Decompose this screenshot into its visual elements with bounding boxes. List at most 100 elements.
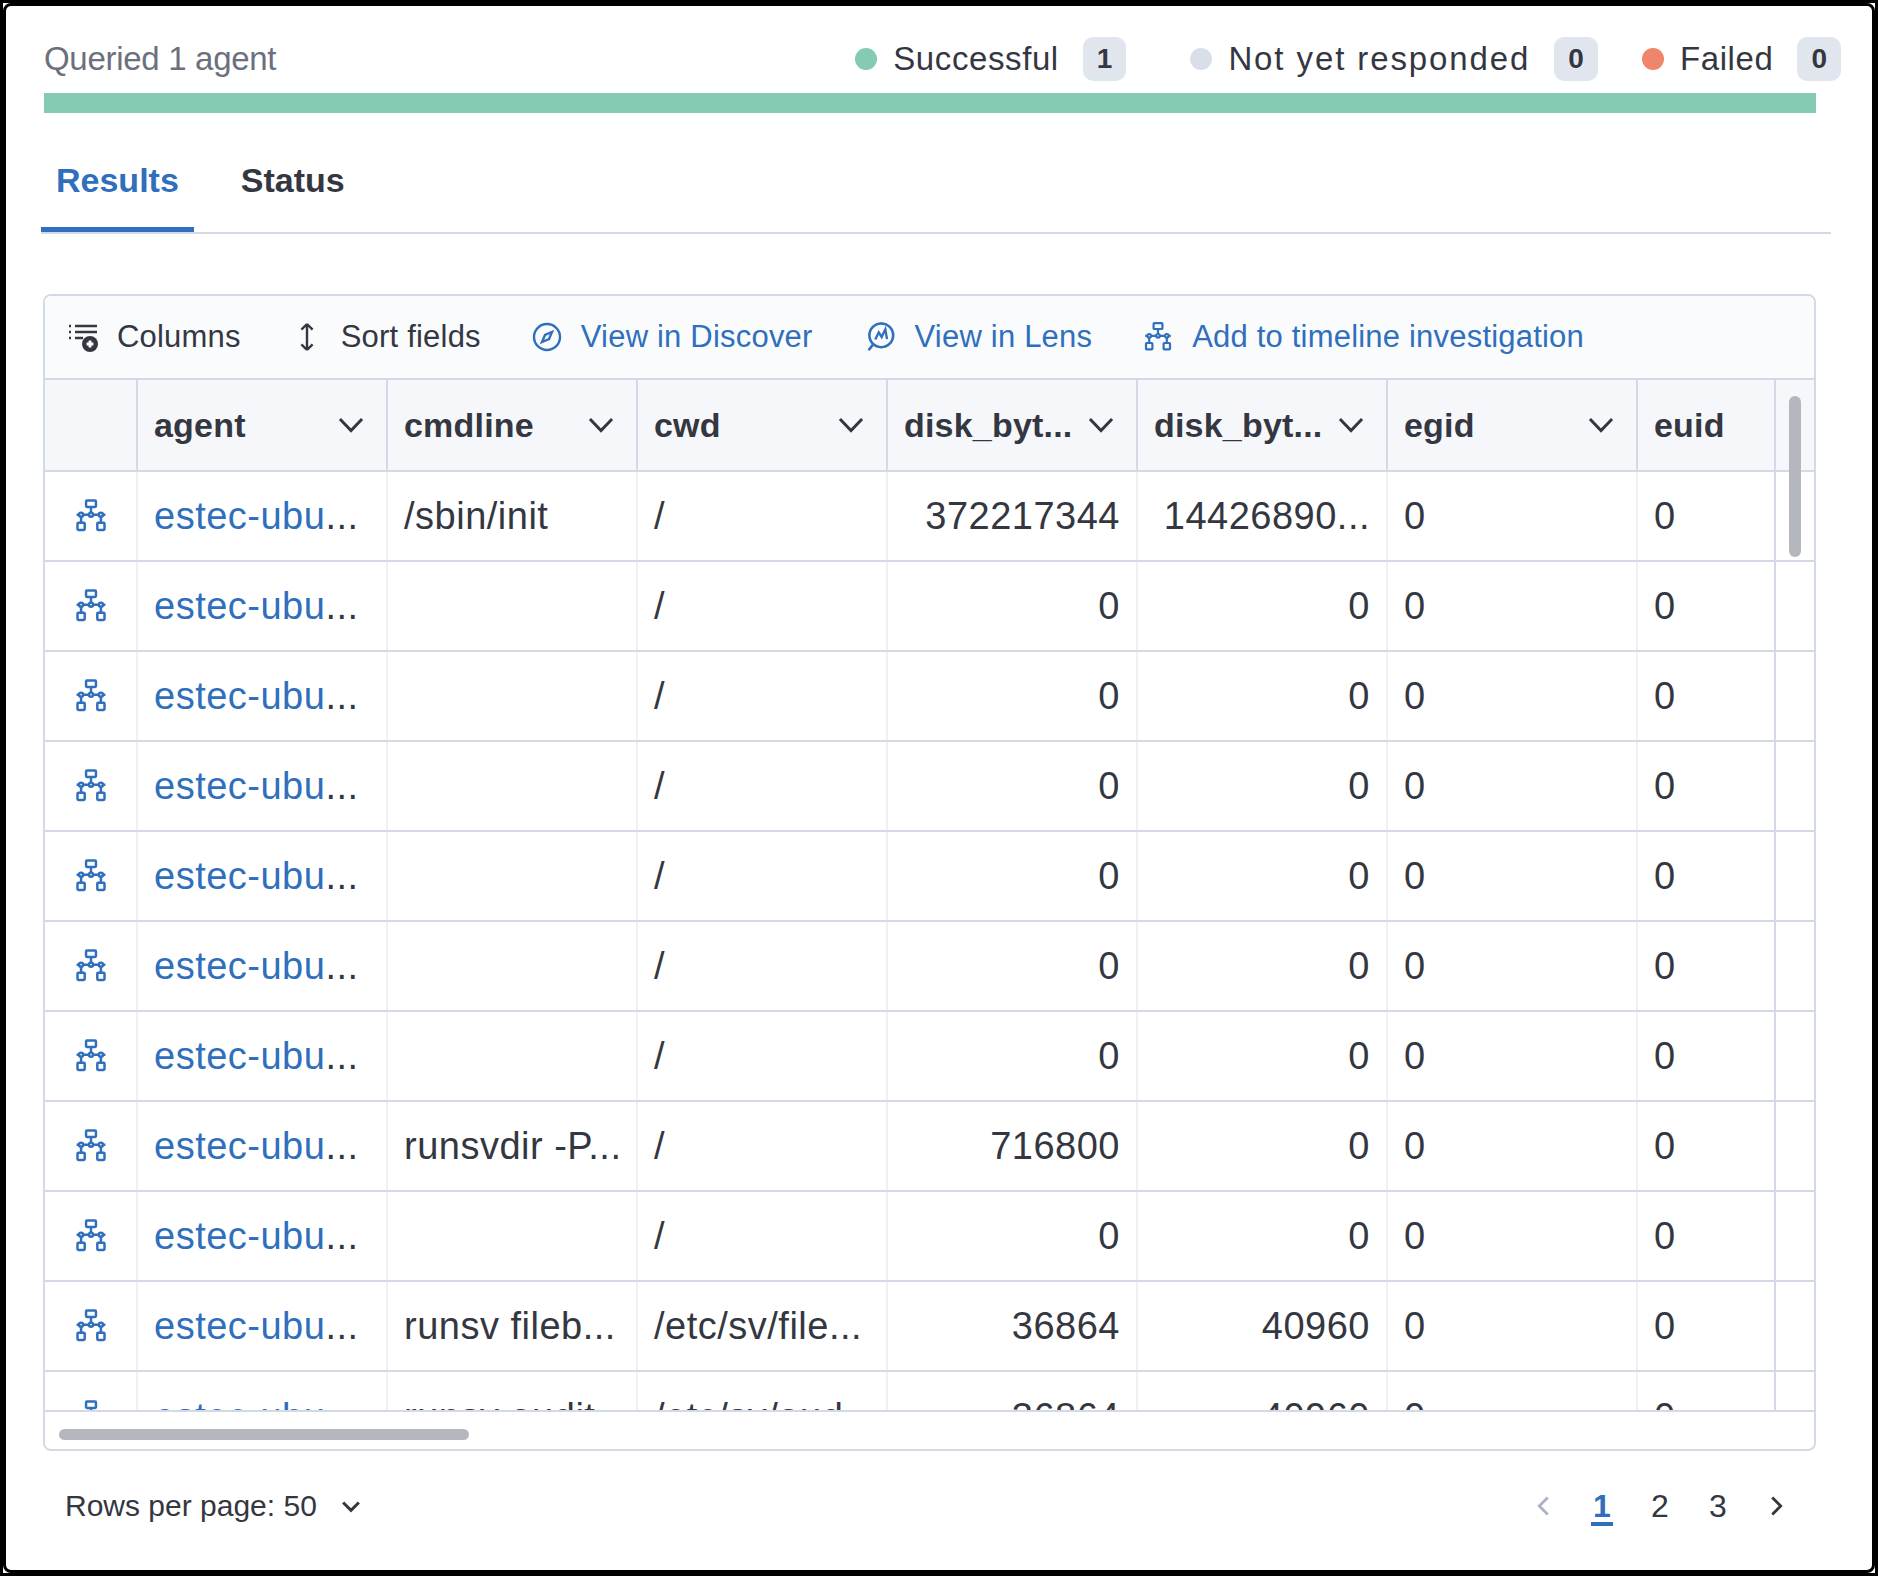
add-to-timeline-icon[interactable] — [73, 948, 109, 984]
add-to-timeline-icon[interactable] — [73, 588, 109, 624]
cell-cwd: /etc/sv/aud... — [638, 1372, 888, 1412]
sort-fields-button[interactable]: Sort fields — [291, 319, 481, 355]
cell-cmdline — [388, 652, 638, 740]
next-page-button[interactable] — [1758, 1476, 1794, 1536]
add-to-timeline-icon[interactable] — [73, 1308, 109, 1344]
grid-footer: Rows per page: 50 123 — [43, 1451, 1816, 1561]
row-timeline-cell — [45, 1012, 138, 1100]
cell-disk-bytes-written: 40960 — [1138, 1282, 1388, 1370]
cell-disk-bytes-written: 0 — [1138, 1102, 1388, 1190]
cell-agent[interactable]: estec-ubu...estec-ubu... — [138, 562, 388, 650]
grid-body: estec-ubu...estec-ubu.../sbin/init/37221… — [45, 472, 1814, 1412]
legend-label: Successful — [893, 40, 1059, 78]
cell-cmdline — [388, 922, 638, 1010]
header-cell-cwd[interactable]: cwd — [638, 380, 888, 470]
cell-agent[interactable]: estec-ubu...estec-ubu... — [138, 832, 388, 920]
cell-disk-bytes-read: 716800 — [888, 1102, 1138, 1190]
row-timeline-cell — [45, 1102, 138, 1190]
chevron-right-icon — [1761, 1491, 1791, 1521]
status-dot-icon — [1190, 48, 1212, 70]
add-to-timeline-label: Add to timeline investigation — [1192, 319, 1584, 355]
tab-results[interactable]: Results — [41, 143, 194, 232]
add-to-timeline-icon[interactable] — [73, 1218, 109, 1254]
horizontal-scrollbar[interactable] — [59, 1429, 469, 1440]
cell-disk-bytes-written: 0 — [1138, 1192, 1388, 1280]
cell-disk-bytes-read: 372217344 — [888, 472, 1138, 560]
header-cell-egid[interactable]: egid — [1388, 380, 1638, 470]
cell-cwd: / — [638, 1012, 888, 1100]
view-in-lens-button[interactable]: View in Lens — [863, 319, 1093, 355]
add-to-timeline-icon[interactable] — [73, 1399, 109, 1412]
columns-label: Columns — [117, 319, 241, 355]
cell-disk-bytes-written: 40960 — [1138, 1372, 1388, 1412]
column-label: disk_byt... — [1154, 406, 1322, 445]
cell-cwd: / — [638, 652, 888, 740]
cell-agent[interactable]: estec-ubu...estec-ubu... — [138, 1192, 388, 1280]
cell-egid: 0 — [1388, 1192, 1638, 1280]
cell-egid: 0 — [1388, 1012, 1638, 1100]
legend-count-badge: 1 — [1083, 37, 1127, 80]
chevron-left-icon — [1529, 1491, 1559, 1521]
cell-euid: 0 — [1638, 922, 1776, 1010]
page-2-button[interactable]: 2 — [1642, 1476, 1678, 1536]
cell-agent[interactable]: estec-ubu...estec-ubu... — [138, 652, 388, 740]
cell-disk-bytes-written: 0 — [1138, 922, 1388, 1010]
cell-egid: 0 — [1388, 1102, 1638, 1190]
row-timeline-cell — [45, 1282, 138, 1370]
page-1-button[interactable]: 1 — [1584, 1476, 1620, 1536]
cell-agent[interactable]: estec-ubu...estec-ubu... — [138, 742, 388, 830]
rows-per-page-button[interactable]: Rows per page: 50 — [65, 1489, 365, 1523]
results-panel: Columns Sort fields View in Discover — [43, 294, 1816, 1451]
vertical-scrollbar[interactable] — [1789, 396, 1801, 557]
grid-row: estec-ubu...estec-ubu.../0000 — [45, 832, 1814, 922]
cell-disk-bytes-read: 0 — [888, 562, 1138, 650]
add-to-timeline-icon[interactable] — [73, 1128, 109, 1164]
columns-button[interactable]: Columns — [67, 319, 241, 355]
cell-agent[interactable]: estec-ubu...estec-ubu... — [138, 1012, 388, 1100]
cell-euid: 0 — [1638, 1282, 1776, 1370]
cell-agent[interactable]: estec-ubu...estec-ubu... — [138, 1282, 388, 1370]
cell-agent[interactable]: estec-ubu...estec-ubu... — [138, 1372, 388, 1412]
legend-item: Successful 1 — [855, 37, 1126, 80]
header-cell-cmdline[interactable]: cmdline — [388, 380, 638, 470]
cell-euid: 0 — [1638, 742, 1776, 830]
legend-label: Not yet responded — [1228, 40, 1530, 78]
cell-cmdline — [388, 1012, 638, 1100]
cell-agent[interactable]: estec-ubu...estec-ubu... — [138, 922, 388, 1010]
cell-egid: 0 — [1388, 562, 1638, 650]
query-status-bar: Queried 1 agent Successful 1 Not yet res… — [44, 33, 1841, 85]
column-label: cmdline — [404, 406, 534, 445]
cell-disk-bytes-written: 0 — [1138, 1012, 1388, 1100]
header-cell-disk2[interactable]: disk_byt... — [1138, 380, 1388, 470]
add-to-timeline-icon[interactable] — [73, 1038, 109, 1074]
header-cell-disk1[interactable]: disk_byt... — [888, 380, 1138, 470]
view-in-discover-button[interactable]: View in Discover — [531, 319, 813, 355]
tab-status[interactable]: Status — [226, 143, 360, 232]
lens-icon — [863, 320, 897, 354]
cell-egid: 0 — [1388, 1372, 1638, 1412]
add-to-timeline-icon[interactable] — [73, 498, 109, 534]
grid-row: estec-ubu...estec-ubu.../0000 — [45, 922, 1814, 1012]
row-timeline-cell — [45, 922, 138, 1010]
columns-icon — [67, 321, 99, 353]
cell-disk-bytes-read: 0 — [888, 922, 1138, 1010]
add-to-timeline-icon[interactable] — [73, 678, 109, 714]
cell-cmdline — [388, 742, 638, 830]
cell-euid: 0 — [1638, 562, 1776, 650]
grid-row: estec-ubu...estec-ubu.../0000 — [45, 742, 1814, 832]
previous-page-button[interactable] — [1526, 1476, 1562, 1536]
discover-icon — [531, 321, 563, 353]
page-3-button[interactable]: 3 — [1700, 1476, 1736, 1536]
grid-toolbar: Columns Sort fields View in Discover — [45, 296, 1814, 380]
add-to-timeline-button[interactable]: Add to timeline investigation — [1142, 319, 1584, 355]
add-to-timeline-icon[interactable] — [73, 858, 109, 894]
cell-cwd: /etc/sv/file... — [638, 1282, 888, 1370]
cell-cwd: / — [638, 472, 888, 560]
add-to-timeline-icon[interactable] — [73, 768, 109, 804]
cell-euid: 0 — [1638, 1012, 1776, 1100]
cell-agent[interactable]: estec-ubu...estec-ubu... — [138, 1102, 388, 1190]
header-cell-euid[interactable]: euid — [1638, 380, 1776, 470]
cell-agent[interactable]: estec-ubu...estec-ubu... — [138, 472, 388, 560]
header-cell-agent[interactable]: agent — [138, 380, 388, 470]
cell-disk-bytes-read: 36864 — [888, 1372, 1138, 1412]
